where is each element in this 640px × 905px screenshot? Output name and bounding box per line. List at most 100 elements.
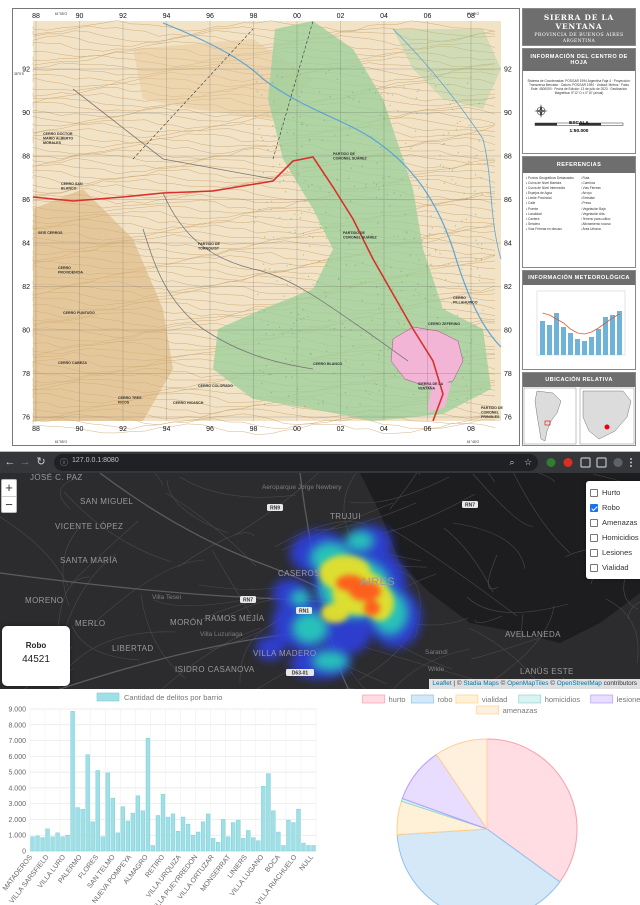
openstreetmap-link[interactable]: OpenStreetMap [557, 680, 602, 687]
vegetation-dot [273, 101, 275, 103]
zoom-in-button[interactable]: + [2, 480, 16, 496]
grid-label-top: 02 [337, 13, 345, 20]
url-text[interactable]: 127.0.0.1:8080 [72, 457, 119, 464]
road [71, 625, 141, 661]
menu-icon[interactable] [630, 458, 632, 467]
vegetation-dot [444, 230, 446, 232]
vegetation-dot [312, 236, 314, 239]
vegetation-dot [347, 134, 349, 136]
vegetation-dot [418, 259, 420, 261]
vegetation-dot [290, 279, 292, 281]
vegetation-dot [375, 92, 377, 94]
layer-checkbox[interactable] [590, 548, 598, 557]
layer-checkbox[interactable] [590, 563, 598, 572]
heat-spot [290, 590, 310, 606]
extension-icon[interactable] [596, 457, 607, 468]
legend-swatch [455, 694, 479, 704]
layer-option-hurto[interactable]: Hurto [590, 485, 640, 500]
vegetation-dot [377, 293, 379, 295]
climate-bar [547, 325, 552, 355]
vegetation-dot [312, 283, 314, 285]
map-attribution: Leaflet | © Stadia Maps © OpenMapTiles ©… [429, 679, 640, 689]
legend-label: robo [438, 695, 453, 704]
vegetation-dot [369, 393, 371, 395]
map-place-label: CASEROS [278, 569, 320, 578]
vegetation-dot [319, 91, 321, 93]
back-arrow-icon[interactable]: ← [4, 455, 16, 470]
vegetation-dot [324, 291, 326, 294]
bar [180, 816, 186, 852]
vegetation-dot [286, 283, 288, 285]
reload-icon[interactable]: ↻ [34, 455, 48, 470]
extension-icon[interactable] [580, 457, 591, 468]
scale-label: ESCALA [569, 121, 589, 126]
reference-item: ▪ Vías Férreas en desuso [526, 226, 562, 231]
layer-option-vialidad[interactable]: Vialidad [590, 560, 640, 575]
zoom-icon[interactable]: ⌕ [506, 455, 518, 470]
layer-checkbox[interactable] [590, 533, 598, 542]
vegetation-dot [348, 243, 350, 245]
address-bar[interactable]: ⓘ 127.0.0.1:8080 ⌕ ☆ [54, 454, 538, 471]
vegetation-dot [267, 324, 269, 326]
vegetation-dot [413, 237, 415, 239]
vegetation-dot [456, 314, 459, 316]
extension-icon[interactable] [563, 458, 573, 467]
bar [276, 831, 281, 852]
heatmap-layer[interactable]: JOSÉ C. PAZ SAN MIGUEL VICENTE LÓPEZ SANTA … [0, 473, 640, 689]
vegetation-dot [369, 89, 371, 91]
vegetation-dot [281, 125, 283, 127]
vegetation-dot [477, 243, 479, 245]
leaflet-link[interactable]: Leaflet [432, 680, 451, 687]
grid-label-right: 84 [504, 241, 512, 248]
vegetation-dot [346, 407, 348, 409]
star-icon[interactable]: ☆ [522, 455, 534, 470]
road [470, 635, 546, 660]
vegetation-dot [354, 264, 356, 266]
avatar[interactable] [613, 458, 623, 467]
layer-checkbox[interactable] [590, 518, 598, 527]
sheet-title: SIERRA DE LA VENTANA [543, 13, 615, 31]
vegetation-dot [457, 151, 459, 153]
layer-checkbox[interactable] [590, 488, 598, 497]
vegetation-dot [465, 385, 468, 387]
vegetation-dot [293, 181, 295, 183]
legend-label: amenazas [503, 706, 538, 715]
layer-checkbox[interactable] [590, 503, 598, 512]
vegetation-dot [382, 177, 384, 179]
vegetation-dot [261, 136, 263, 139]
vegetation-dot [302, 123, 304, 125]
climate-bar [610, 315, 615, 355]
openmaptiles-link[interactable]: OpenMapTiles [507, 680, 548, 687]
stadia-link[interactable]: Stadia Maps [463, 680, 499, 687]
extension-icon[interactable] [546, 458, 556, 467]
vegetation-dot [409, 255, 411, 257]
leaflet-map[interactable]: JOSÉ C. PAZ SAN MIGUEL VICENTE LÓPEZ SANTA … [0, 473, 640, 689]
vegetation-dot [276, 75, 278, 77]
vegetation-dot [347, 95, 349, 97]
vegetation-dot [387, 93, 389, 95]
vegetation-dot [328, 319, 330, 321]
vegetation-dot [405, 142, 407, 144]
site-info-icon[interactable]: ⓘ [60, 457, 68, 468]
zoom-out-button[interactable]: − [2, 496, 16, 512]
sheet-subtitle: PROVINCIA DE BUENOS AIRES [534, 33, 624, 38]
layer-option-homicidios[interactable]: Homicidios [590, 530, 640, 545]
bar [185, 823, 191, 852]
vegetation-dot [322, 174, 324, 176]
vegetation-dot [443, 182, 445, 184]
vegetation-dot [358, 101, 360, 103]
map-place-label: Villa Tesei [152, 594, 181, 601]
layer-option-lesiones[interactable]: Lesiones [590, 545, 640, 560]
forward-arrow-icon[interactable]: → [19, 455, 31, 470]
grid-label-right: 80 [504, 328, 512, 335]
vegetation-dot [433, 295, 435, 297]
layer-option-robo[interactable]: Robo [590, 500, 640, 515]
vegetation-dot [345, 264, 348, 266]
location-header: UBICACIÓN RELATIVA [523, 373, 635, 387]
vegetation-dot [276, 280, 278, 282]
vegetation-dot [382, 184, 384, 187]
bar-chart-delitos-por-barrio: Cantidad de delitos por barrio 0 1.000 2.00… [2, 692, 317, 905]
place-label: PARTIDO DE TORNQUIST [198, 242, 220, 250]
vegetation-dot [290, 312, 292, 314]
layer-option-amenazas[interactable]: Amenazas [590, 515, 640, 530]
